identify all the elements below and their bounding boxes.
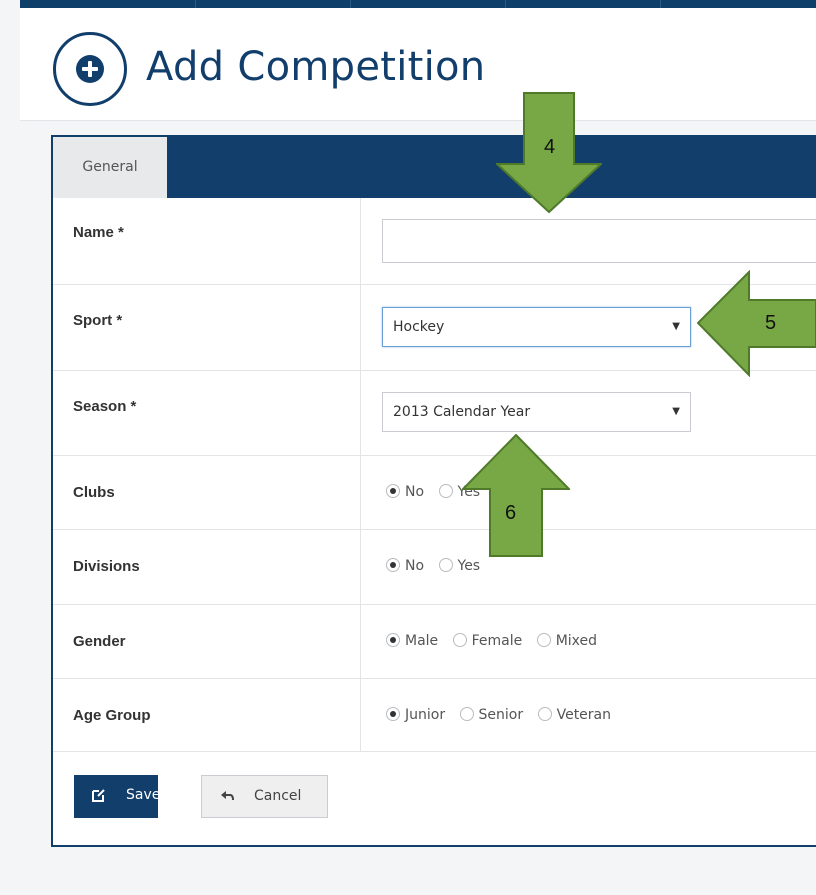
page-header: Add Competition — [20, 8, 816, 121]
chevron-down-icon: ▼ — [672, 406, 680, 417]
nav-divider — [350, 0, 351, 8]
sport-select[interactable]: Hockey ▼ — [382, 307, 691, 347]
nav-divider — [195, 0, 196, 8]
left-arrow-icon — [696, 269, 816, 378]
gender-radio-mixed[interactable]: Mixed — [536, 633, 597, 649]
callout-arrow-down: 4 — [494, 92, 604, 214]
edit-icon — [92, 789, 105, 802]
clubs-row: Clubs No Yes — [53, 456, 816, 530]
callout-number: 5 — [765, 312, 777, 334]
season-label: Season * — [73, 398, 137, 415]
chevron-down-icon: ▼ — [672, 321, 680, 332]
callout-arrow-up: 6 — [460, 433, 572, 558]
page-title: Add Competition — [146, 44, 486, 90]
radio-unselected-icon — [438, 558, 453, 572]
age-group-row: Age Group Junior Senior Veteran — [53, 679, 816, 752]
tab-bar: General — [53, 137, 816, 198]
cancel-button-label: Cancel — [254, 788, 302, 804]
save-button[interactable]: Save — [74, 775, 161, 818]
divisions-radio-yes[interactable]: Yes — [438, 558, 480, 574]
callout-arrow-left: 5 — [696, 269, 816, 378]
age-group-radio-junior[interactable]: Junior — [386, 707, 445, 723]
callout-number: 6 — [505, 502, 517, 524]
radio-unselected-icon — [438, 484, 453, 498]
divisions-radio-no[interactable]: No — [386, 558, 424, 574]
top-navigation-bar — [20, 0, 816, 8]
gender-label: Gender — [73, 633, 126, 650]
competition-form-panel: General Name * Sport * Hockey ▼ Season *… — [51, 135, 816, 847]
radio-unselected-icon — [536, 633, 551, 647]
clubs-label: Clubs — [73, 484, 115, 501]
nav-divider — [505, 0, 506, 8]
name-label: Name * — [73, 224, 124, 241]
callout-number: 4 — [544, 136, 556, 158]
gender-row: Gender Male Female Mixed — [53, 605, 816, 679]
gender-radio-female[interactable]: Female — [452, 633, 522, 649]
sport-select-value: Hockey — [393, 319, 445, 335]
tab-general[interactable]: General — [53, 137, 167, 198]
name-field[interactable] — [382, 219, 816, 263]
age-group-radio-group: Junior Senior Veteran — [386, 707, 621, 723]
divisions-row: Divisions No Yes — [53, 530, 816, 605]
radio-unselected-icon — [452, 633, 467, 647]
plus-circle-icon — [53, 32, 127, 106]
season-select[interactable]: 2013 Calendar Year ▼ — [382, 392, 691, 432]
radio-selected-icon — [386, 484, 400, 498]
gender-radio-male[interactable]: Male — [386, 633, 438, 649]
season-row: Season * 2013 Calendar Year ▼ — [53, 371, 816, 456]
divisions-label: Divisions — [73, 558, 140, 575]
age-group-radio-veteran[interactable]: Veteran — [537, 707, 611, 723]
season-select-value: 2013 Calendar Year — [393, 404, 531, 420]
nav-divider — [660, 0, 661, 8]
cancel-button[interactable]: Cancel — [201, 775, 328, 818]
radio-selected-icon — [386, 558, 400, 572]
save-button-label: Save — [126, 787, 161, 803]
clubs-radio-no[interactable]: No — [386, 484, 424, 500]
divisions-radio-group: No Yes — [386, 558, 490, 574]
radio-unselected-icon — [459, 707, 474, 721]
sport-label: Sport * — [73, 312, 123, 329]
age-group-label: Age Group — [73, 707, 151, 724]
gender-radio-group: Male Female Mixed — [386, 633, 607, 649]
radio-selected-icon — [386, 707, 400, 721]
up-arrow-icon — [460, 433, 572, 557]
radio-selected-icon — [386, 633, 400, 647]
reply-arrow-icon — [221, 791, 234, 801]
radio-unselected-icon — [537, 707, 552, 721]
age-group-radio-senior[interactable]: Senior — [459, 707, 523, 723]
